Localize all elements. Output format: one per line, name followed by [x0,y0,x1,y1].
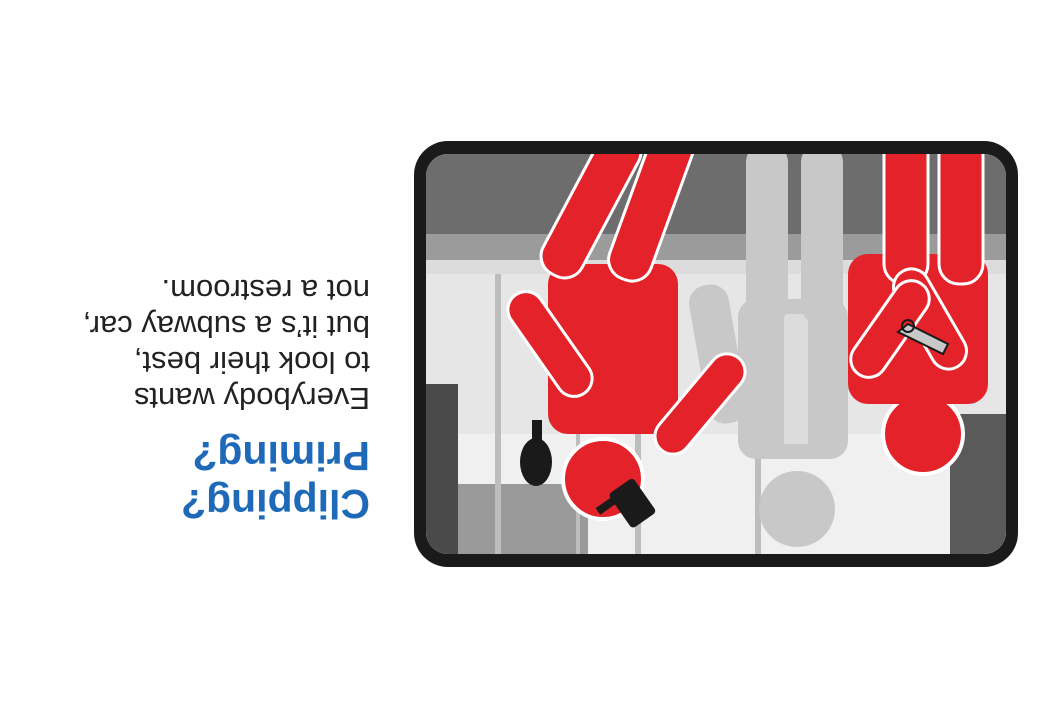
body-line-3: but it’s a subway car, [82,309,370,344]
poster: Clipping? Priming? Everybody wants to lo… [0,0,1058,704]
headline-line-1: Clipping? [180,481,370,527]
panel-scene [426,154,1006,554]
body-line-4: not a restroom. [161,273,370,308]
body-line-1: Everybody wants [133,381,370,416]
headline-line-2: Priming? [192,433,370,479]
body-copy: Everybody wants to look their best, but … [30,272,370,416]
door-panel [426,384,458,554]
body-line-2: to look their best, [133,345,370,380]
headline: Clipping? Priming? [50,432,370,528]
